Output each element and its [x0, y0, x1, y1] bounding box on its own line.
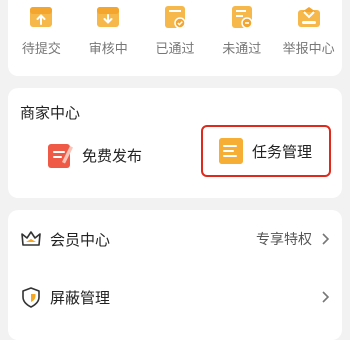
- status-approved[interactable]: 已通过: [142, 4, 209, 57]
- section-title: 商家中心: [20, 104, 81, 122]
- status-label: 未通过: [222, 42, 262, 57]
- status-label: 待提交: [21, 42, 61, 57]
- download-box-icon: [97, 7, 120, 27]
- list-item-member-center[interactable]: 会员中心 专享特权: [8, 210, 342, 268]
- task-management-button[interactable]: 任务管理: [201, 125, 331, 177]
- merchant-center-card: 商家中心 免费发布 任务管理: [8, 88, 342, 198]
- task-management-inner: 任务管理: [218, 136, 312, 166]
- shield-icon: [22, 287, 40, 308]
- settings-list-card: 会员中心 专享特权 屏蔽管理: [8, 210, 342, 340]
- status-label: 举报中心: [282, 42, 335, 57]
- status-label: 审核中: [88, 42, 128, 57]
- list-item-right: 专享特权: [256, 229, 332, 249]
- status-label: 已通过: [155, 42, 195, 57]
- rejected-doc-icon: [231, 6, 253, 29]
- exclusive-privilege-text: 专享特权: [256, 232, 312, 248]
- task-doc-icon: [219, 138, 243, 164]
- status-reviewing[interactable]: 审核中: [75, 4, 142, 57]
- approved-doc-icon: [164, 6, 186, 29]
- status-report-center[interactable]: 举报中心: [275, 4, 342, 57]
- upload-box-icon: [30, 7, 53, 27]
- status-rejected[interactable]: 未通过: [208, 4, 275, 57]
- task-management-label: 任务管理: [252, 142, 313, 161]
- free-publish-label: 免费发布: [82, 146, 143, 165]
- publish-note-icon: [48, 144, 73, 168]
- status-card: 待提交 审核中 已通过 未通过 举报中心: [8, 0, 342, 76]
- crown-icon: [21, 231, 41, 246]
- chevron-right-icon: [322, 291, 330, 303]
- list-item-block-management[interactable]: 屏蔽管理: [8, 268, 342, 326]
- list-item-label: 屏蔽管理: [50, 288, 111, 307]
- list-item-label: 会员中心: [50, 230, 111, 249]
- free-publish-button[interactable]: 免费发布: [46, 140, 142, 170]
- status-pending-submit[interactable]: 待提交: [8, 4, 75, 57]
- report-box-icon: [297, 7, 320, 27]
- status-row: 待提交 审核中 已通过 未通过 举报中心: [8, 4, 342, 57]
- chevron-right-icon: [322, 233, 330, 245]
- list-item-right: [318, 290, 332, 304]
